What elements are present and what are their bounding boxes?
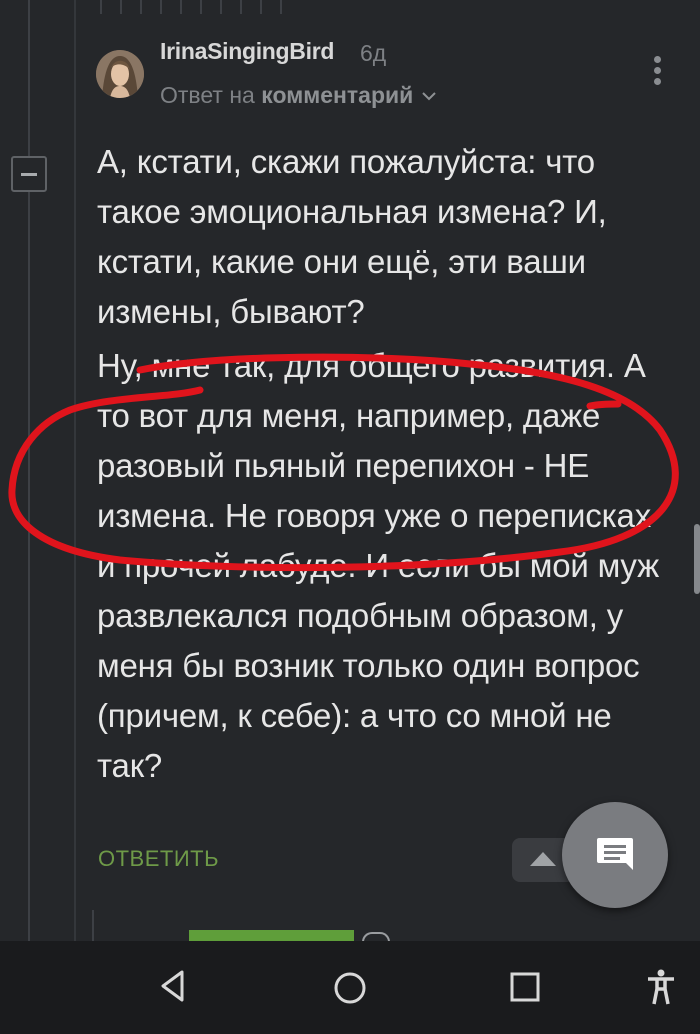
reply-prefix: Ответ на xyxy=(160,82,255,108)
more-vertical-icon[interactable] xyxy=(654,56,662,86)
thread-tick xyxy=(100,0,102,14)
comment-body: А, кстати, скажи пожалуйста: что такое э… xyxy=(97,137,672,795)
thread-tick xyxy=(120,0,122,14)
thread-tick xyxy=(260,0,262,14)
chevron-down-icon[interactable] xyxy=(421,91,436,101)
comment-time: 6д xyxy=(360,40,387,66)
user-avatar-image xyxy=(96,50,144,98)
comment-author[interactable]: IrinaSingingBird xyxy=(160,38,334,65)
thread-tick xyxy=(180,0,182,14)
reply-button[interactable]: ОТВЕТИТЬ xyxy=(98,846,219,872)
comment-paragraph: А, кстати, скажи пожалуйста: что такое э… xyxy=(97,143,607,330)
thread-tick xyxy=(280,0,282,14)
back-icon[interactable] xyxy=(158,969,188,1003)
reply-to-link[interactable]: Ответ на комментарий xyxy=(160,82,436,109)
recents-icon[interactable] xyxy=(510,972,540,1002)
thread-line xyxy=(92,910,94,941)
thread-tick xyxy=(160,0,162,14)
home-icon[interactable] xyxy=(333,971,367,1005)
comment-paragraph: Ну, мне так, для общего развития. А то в… xyxy=(97,347,659,784)
scrollbar-thumb[interactable] xyxy=(694,524,700,594)
accessibility-icon[interactable] xyxy=(646,969,676,1005)
thread-tick xyxy=(240,0,242,14)
reply-target[interactable]: комментарий xyxy=(261,82,413,108)
thread-tick xyxy=(220,0,222,14)
thread-tick xyxy=(200,0,202,14)
comment-fab-button[interactable] xyxy=(562,802,668,908)
avatar[interactable] xyxy=(96,50,144,98)
thread-tick xyxy=(140,0,142,14)
comment-icon xyxy=(597,838,633,870)
thread-line xyxy=(28,0,30,941)
thread-line xyxy=(74,0,76,941)
system-navigation-bar xyxy=(0,941,700,1034)
collapse-thread-button[interactable] xyxy=(11,156,47,192)
